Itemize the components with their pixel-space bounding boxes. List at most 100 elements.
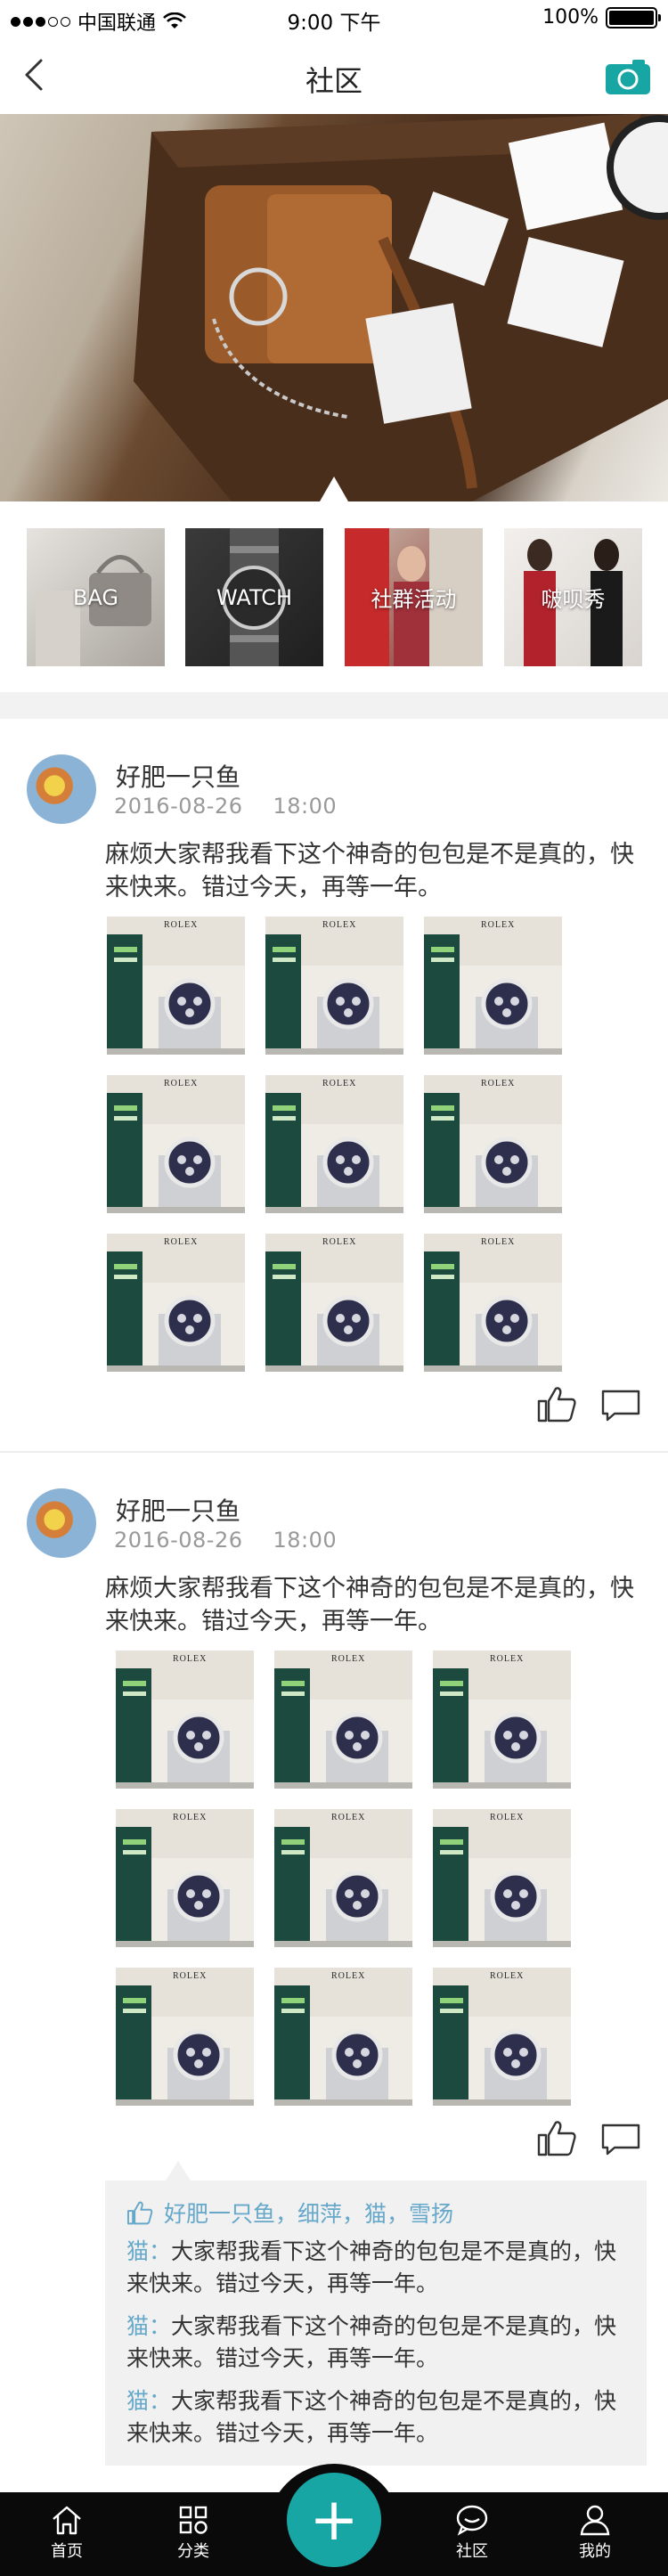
chat-icon (456, 2505, 488, 2536)
brand-label: ROLEX (481, 1237, 516, 1247)
post-image[interactable]: ROLEX (274, 1809, 412, 1947)
post-time: 18:00 (273, 794, 338, 819)
tab-label: 社区 (456, 2542, 488, 2561)
post-image[interactable]: ROLEX (274, 1968, 412, 2106)
post-text: 麻烦大家帮我看下这个神奇的包包是不是真的，快来快来。错过今天，再等一年。 (105, 841, 634, 901)
post-image[interactable]: ROLEX (265, 917, 403, 1055)
brand-label: ROLEX (164, 1079, 199, 1088)
category-bag[interactable]: BAG (27, 528, 165, 666)
post-image[interactable]: ROLEX (265, 1075, 403, 1213)
post-image[interactable]: ROLEX (107, 1075, 245, 1213)
camera-icon (606, 60, 650, 94)
category-watch[interactable]: WATCH (185, 528, 323, 666)
comment-text: 大家帮我看下这个神奇的包包是不是真的，快来快来。错过今天，再等一年。 (126, 2388, 617, 2446)
watch-photo (107, 917, 245, 1055)
hero-banner[interactable] (0, 114, 668, 501)
battery-percent: 100% (542, 6, 599, 29)
post-image[interactable]: ROLEX (433, 1968, 571, 2106)
post-username[interactable]: 好肥一只鱼 (116, 758, 240, 794)
battery-icon (606, 6, 661, 29)
brand-label: ROLEX (173, 1813, 208, 1822)
watch-photo (424, 1075, 562, 1213)
camera-button[interactable] (606, 59, 650, 94)
watch-photo (116, 1968, 254, 2106)
watch-photo (265, 1234, 403, 1372)
post-image[interactable]: ROLEX (424, 1075, 562, 1213)
watch-photo (424, 1234, 562, 1372)
comment-item[interactable]: 猫：大家帮我看下这个神奇的包包是不是真的，快来快来。错过今天，再等一年。 (126, 2385, 634, 2450)
tab-home[interactable]: 首页 (22, 2503, 111, 2562)
post-time: 18:00 (273, 1528, 338, 1553)
thumbs-up-icon (537, 1387, 576, 1423)
watch-photo (107, 1075, 245, 1213)
brand-label: ROLEX (490, 1813, 525, 1822)
comment-button[interactable] (600, 2123, 641, 2160)
category-show[interactable]: 啵呗秀 (504, 528, 642, 666)
tab-mine[interactable]: 我的 (550, 2503, 639, 2562)
grid-icon (179, 2506, 208, 2534)
post-datetime: 2016-08-26 18:00 (114, 1528, 337, 1553)
tab-label: 分类 (177, 2542, 209, 2561)
brand-label: ROLEX (481, 1079, 516, 1088)
watch-photo (274, 1651, 412, 1789)
post-image[interactable]: ROLEX (107, 1234, 245, 1372)
avatar[interactable] (27, 754, 96, 824)
post-datetime: 2016-08-26 18:00 (114, 794, 337, 819)
likes-row[interactable]: 好肥一只鱼，细萍，猫，雪扬 (126, 2197, 453, 2229)
tab-community[interactable]: 社区 (428, 2503, 517, 2562)
watch-photo (274, 1809, 412, 1947)
brand-label: ROLEX (322, 1079, 357, 1088)
post-image[interactable]: ROLEX (116, 1968, 254, 2106)
comment-author[interactable]: 猫： (126, 2388, 171, 2414)
comment-button[interactable] (600, 1389, 641, 1426)
avatar[interactable] (27, 1488, 96, 1558)
watch-photo (116, 1651, 254, 1789)
category-label: WATCH (216, 584, 293, 610)
brand-label: ROLEX (164, 920, 199, 930)
post-image[interactable]: ROLEX (424, 917, 562, 1055)
category-label: 社群活动 (371, 587, 457, 612)
post-card: 好肥一只鱼 2016-08-26 18:00 麻烦大家帮我看下这个神奇的包包是不是… (0, 719, 668, 1451)
comment-author[interactable]: 猫： (126, 2238, 171, 2264)
comment-text: 大家帮我看下这个神奇的包包是不是真的，快来快来。错过今天，再等一年。 (126, 2313, 617, 2371)
category-row: BAG WATCH 社群活动 啵呗秀 (0, 501, 668, 706)
comment-item[interactable]: 猫：大家帮我看下这个神奇的包包是不是真的，快来快来。错过今天，再等一年。 (126, 2236, 634, 2300)
category-community-events[interactable]: 社群活动 (345, 528, 483, 666)
likes-names: 好肥一只鱼，细萍，猫，雪扬 (164, 2201, 454, 2227)
category-label: 啵呗秀 (541, 587, 606, 612)
post-image[interactable]: ROLEX (433, 1809, 571, 1947)
add-post-button[interactable]: + (287, 2473, 381, 2567)
brand-label: ROLEX (490, 1654, 525, 1664)
post-username[interactable]: 好肥一只鱼 (116, 1492, 240, 1528)
like-button[interactable] (536, 2119, 577, 2156)
section-separator (0, 692, 668, 719)
brand-label: ROLEX (331, 1813, 366, 1822)
watch-photo (274, 1968, 412, 2106)
post-image[interactable]: ROLEX (424, 1234, 562, 1372)
post-image[interactable]: ROLEX (433, 1651, 571, 1789)
like-button[interactable] (536, 1385, 577, 1423)
post-image[interactable]: ROLEX (107, 917, 245, 1055)
comment-author[interactable]: 猫： (126, 2313, 171, 2339)
nav-bar: 社区 (0, 36, 668, 114)
comment-section: 好肥一只鱼，细萍，猫，雪扬 猫：大家帮我看下这个神奇的包包是不是真的，快来快来。… (105, 2161, 647, 2466)
brand-label: ROLEX (490, 1971, 525, 1981)
post-image[interactable]: ROLEX (265, 1234, 403, 1372)
post-date: 2016-08-26 (114, 1528, 243, 1553)
watch-photo (433, 1651, 571, 1789)
brand-label: ROLEX (331, 1971, 366, 1981)
thumbs-up-icon (537, 2121, 576, 2156)
watch-photo (265, 917, 403, 1055)
status-bar: 中国联通 9:00 下午 100% (0, 0, 668, 36)
tab-category[interactable]: 分类 (149, 2503, 238, 2562)
post-image[interactable]: ROLEX (116, 1651, 254, 1789)
post-text: 麻烦大家帮我看下这个神奇的包包是不是真的，快来快来。错过今天，再等一年。 (105, 1575, 634, 1635)
hero-pointer (320, 477, 348, 501)
comment-item[interactable]: 猫：大家帮我看下这个神奇的包包是不是真的，快来快来。错过今天，再等一年。 (126, 2311, 634, 2375)
person-icon (580, 2505, 610, 2536)
post-image[interactable]: ROLEX (116, 1809, 254, 1947)
tab-label: 我的 (579, 2542, 611, 2561)
watch-photo (424, 917, 562, 1055)
comment-icon (601, 2124, 640, 2156)
post-image[interactable]: ROLEX (274, 1651, 412, 1789)
